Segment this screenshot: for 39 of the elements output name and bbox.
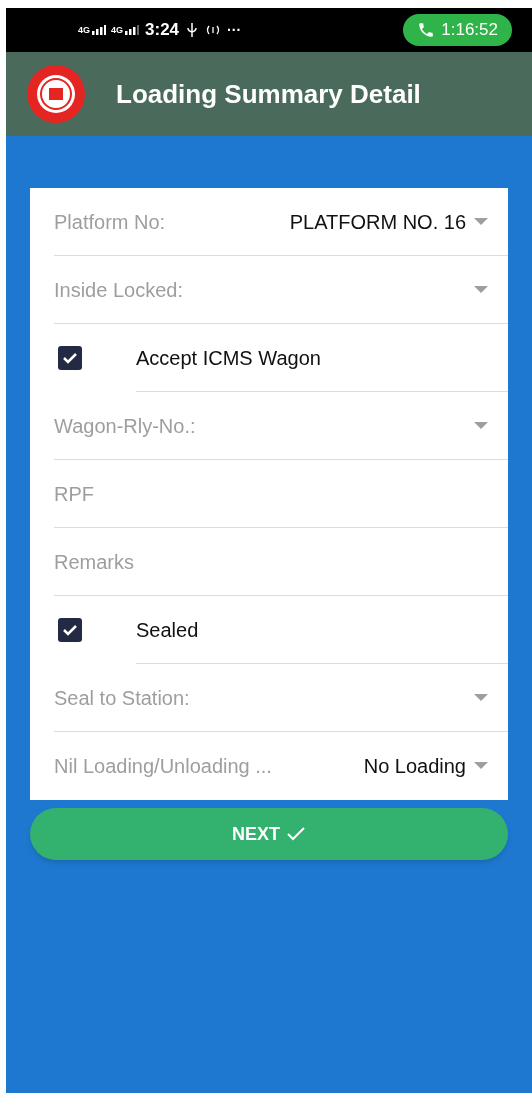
selected-value: PLATFORM NO. 16: [289, 209, 466, 235]
selected-value: No Loading: [363, 754, 466, 779]
input-field[interactable]: Remarks: [54, 546, 488, 577]
dropdown-field[interactable]: Seal to Station:: [54, 664, 508, 732]
dropdown-field[interactable]: Inside Locked:: [54, 256, 508, 324]
checkmark-icon: [62, 352, 78, 364]
next-button[interactable]: NEXT: [30, 808, 508, 860]
signal-icon: [92, 25, 106, 35]
dropdown-field[interactable]: Wagon-Rly-No.:: [54, 392, 508, 460]
hotspot-icon: [205, 24, 222, 36]
dropdown-field[interactable]: Platform No: PLATFORM NO. 16: [54, 188, 508, 256]
field-label: Seal to Station:: [54, 685, 190, 711]
dropdown-caret-icon: [474, 285, 488, 294]
field-label: Platform No:: [54, 209, 166, 235]
dropdown-caret-icon: [474, 421, 488, 430]
checkbox[interactable]: [58, 618, 82, 642]
call-timer-pill[interactable]: 1:16:52: [403, 14, 512, 46]
check-icon: [286, 826, 306, 842]
checkbox-label: Sealed: [136, 617, 199, 643]
dropdown-caret-icon: [474, 217, 488, 226]
field-label: Inside Locked:: [54, 277, 183, 303]
network-label: 4G: [78, 26, 90, 35]
network-label: 4G: [111, 26, 124, 35]
more-notifications: ···: [227, 20, 242, 40]
clock-time: 3:24: [145, 19, 180, 42]
call-timer: 1:16:52: [441, 19, 498, 42]
dropdown-field[interactable]: Nil Loading/Unloading ... No Loading: [54, 732, 508, 800]
dropdown-caret-icon: [474, 693, 488, 702]
dropdown-caret-icon: [474, 762, 488, 770]
checkbox-label: Accept ICMS Wagon: [136, 345, 321, 371]
phone-icon: [417, 21, 436, 39]
usb-icon: [187, 23, 198, 37]
field-label: Wagon-Rly-No.:: [54, 413, 196, 439]
signal-icon: [125, 25, 140, 35]
page-title: Loading Summary Detail: [116, 77, 421, 111]
checkbox[interactable]: [58, 346, 82, 370]
field-label: Nil Loading/Unloading ...: [54, 754, 272, 779]
input-field[interactable]: RPF: [54, 478, 488, 509]
checkmark-icon: [62, 624, 78, 636]
